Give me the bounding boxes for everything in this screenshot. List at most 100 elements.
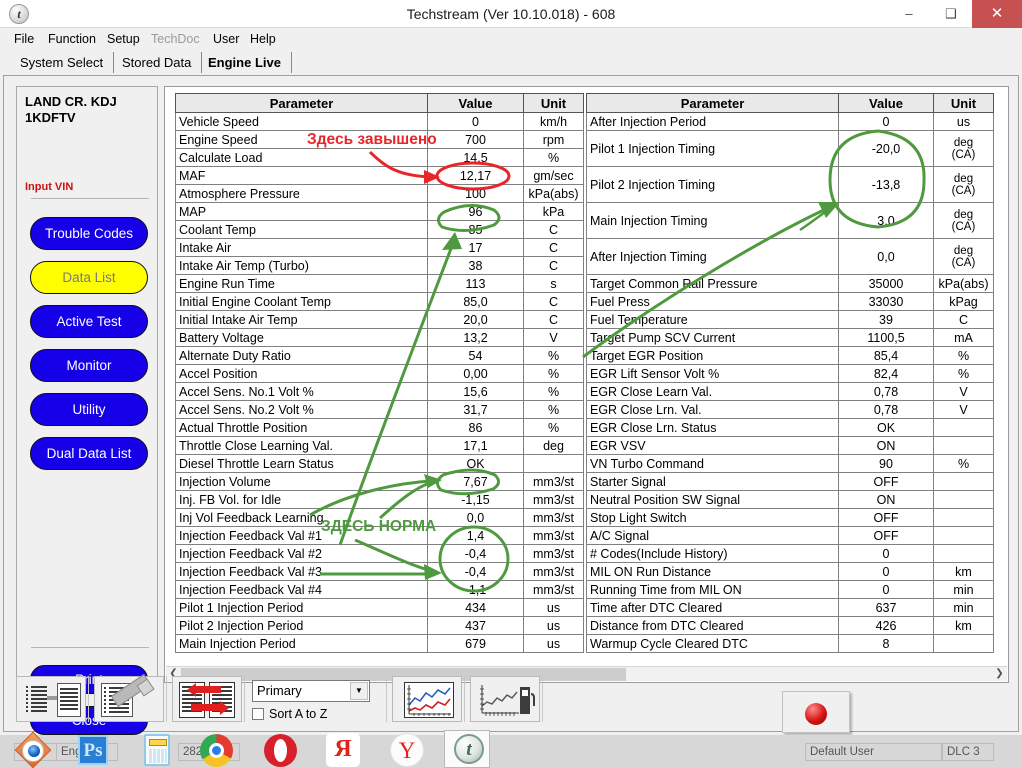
yandex-browser-icon[interactable]: Y (390, 733, 424, 767)
fuel-graph-button[interactable] (470, 676, 540, 722)
table-row[interactable]: Vehicle Speed 0 km/h (175, 112, 584, 131)
data-set-combo[interactable]: Primary ▼ (252, 680, 370, 702)
table-row[interactable]: Accel Sens. No.2 Volt % 31,7% (175, 400, 584, 419)
table-row[interactable]: Atmosphere Pressure 100 kPa(abs) (175, 184, 584, 203)
close-window-button[interactable]: ✕ (972, 0, 1022, 28)
menu-setup[interactable]: Setup (102, 31, 145, 48)
record-button[interactable] (782, 691, 850, 733)
opera-icon[interactable] (264, 734, 297, 767)
table-row[interactable]: Diesel Throttle Learn Status OK (175, 454, 584, 473)
techstream-taskbar-button[interactable]: t (444, 730, 490, 768)
table-row[interactable]: Injection Volume 7,67 mm3/st (175, 472, 584, 491)
table-row[interactable]: After Injection Period 0 us (586, 112, 994, 131)
chevron-down-icon[interactable]: ▼ (350, 682, 368, 700)
tab-engine-live[interactable]: Engine Live (198, 52, 292, 73)
cell-parameter: Time after DTC Cleared (586, 598, 839, 617)
header-parameter-right[interactable]: Parameter (586, 93, 839, 113)
header-parameter-left[interactable]: Parameter (175, 93, 428, 113)
menu-help[interactable]: Help (245, 31, 281, 48)
table-row[interactable]: Battery Voltage 13,2 V (175, 328, 584, 347)
table-row[interactable]: EGR Close Lrn. Val. 0,78 V (586, 400, 994, 419)
table-row[interactable]: Neutral Position SW Signal ON (586, 490, 994, 509)
toolbar-separator-1 (88, 676, 89, 722)
table-row[interactable]: MAF 12,17 gm/sec (175, 166, 584, 185)
cell-unit: % (933, 346, 994, 365)
tab-stored-data[interactable]: Stored Data (112, 52, 203, 73)
table-row[interactable]: Injection Feedback Val #3 -0,4 mm3/st (175, 562, 584, 581)
table-row[interactable]: EGR Lift Sensor Volt % 82,4% (586, 364, 994, 383)
table-row[interactable]: Stop Light Switch OFF (586, 508, 994, 527)
header-value-left[interactable]: Value (427, 93, 524, 113)
minimize-button[interactable]: – (888, 0, 930, 28)
sort-a-to-z-row[interactable]: Sort A to Z (252, 707, 327, 721)
table-row[interactable]: Distance from DTC Cleared 426 km (586, 616, 994, 635)
calculator-icon[interactable] (144, 734, 170, 766)
table-row[interactable]: Main Injection Timing 3,0 deg (CA) (586, 202, 994, 239)
table-row[interactable]: Pilot 1 Injection Period 434 us (175, 598, 584, 617)
table-row[interactable]: Pilot 1 Injection Timing -20,0 deg (CA) (586, 130, 994, 167)
table-row[interactable]: EGR Close Learn Val. 0,78 V (586, 382, 994, 401)
table-row[interactable]: Actual Throttle Position 86% (175, 418, 584, 437)
table-row[interactable]: Initial Engine Coolant Temp 85,0 C (175, 292, 584, 311)
menu-function[interactable]: Function (43, 31, 101, 48)
table-row[interactable]: Injection Feedback Val #4 -1,1 mm3/st (175, 580, 584, 599)
header-value-right[interactable]: Value (838, 93, 934, 113)
yandex-icon[interactable]: Я (326, 733, 360, 767)
sidebar-item-utility[interactable]: Utility (30, 393, 148, 426)
menu-user[interactable]: User (208, 31, 244, 48)
table-row[interactable]: # Codes(Include History) 0 (586, 544, 994, 563)
table-row[interactable]: Intake Air Temp (Turbo) 38 C (175, 256, 584, 275)
table-row[interactable]: A/C Signal OFF (586, 526, 994, 545)
tab-system-select[interactable]: System Select (10, 52, 115, 73)
table-row[interactable]: Injection Feedback Val #2 -0,4 mm3/st (175, 544, 584, 563)
table-row[interactable]: VN Turbo Command 90% (586, 454, 994, 473)
table-row[interactable]: After Injection Timing 0,0 deg (CA) (586, 238, 994, 275)
table-row[interactable]: EGR Close Lrn. Status OK (586, 418, 994, 437)
line-graph-button[interactable] (392, 676, 462, 722)
sidebar-item-active-test[interactable]: Active Test (30, 305, 148, 338)
header-unit-right[interactable]: Unit (933, 93, 994, 113)
table-row[interactable]: Running Time from MIL ON 0 min (586, 580, 994, 599)
table-row[interactable]: MIL ON Run Distance 0 km (586, 562, 994, 581)
table-row[interactable]: Fuel Temperature 39 C (586, 310, 994, 329)
sort-checkbox[interactable] (252, 708, 264, 720)
table-row[interactable]: MAP 96 kPa (175, 202, 584, 221)
sidebar-item-monitor[interactable]: Monitor (30, 349, 148, 382)
table-row[interactable]: Initial Intake Air Temp 20,0 C (175, 310, 584, 329)
table-row[interactable]: Alternate Duty Ratio 54% (175, 346, 584, 365)
calculator-screen-icon (149, 739, 167, 746)
select-items-button[interactable] (16, 676, 86, 722)
input-vin-label[interactable]: Input VIN (25, 181, 145, 193)
table-row[interactable]: Target Pump SCV Current 1100,5 mA (586, 328, 994, 347)
table-row[interactable]: Throttle Close Learning Val. 17,1 deg (175, 436, 584, 455)
table-row[interactable]: Pilot 2 Injection Period 437 us (175, 616, 584, 635)
table-row[interactable]: Pilot 2 Injection Timing -13,8 deg (CA) (586, 166, 994, 203)
table-row[interactable]: Inj. FB Vol. for Idle -1,15 mm3/st (175, 490, 584, 509)
table-row[interactable]: Accel Position 0,00% (175, 364, 584, 383)
sidebar-item-trouble-codes[interactable]: Trouble Codes (30, 217, 148, 250)
scroll-right-arrow-icon[interactable]: ❯ (992, 667, 1007, 682)
sidebar-item-data-list[interactable]: Data List (30, 261, 148, 294)
table-row[interactable]: Calculate Load 14,5% (175, 148, 584, 167)
menu-file[interactable]: File (9, 31, 39, 48)
table-row[interactable]: EGR VSV ON (586, 436, 994, 455)
sidebar-item-dual-data-list[interactable]: Dual Data List (30, 437, 148, 470)
table-row[interactable]: Accel Sens. No.1 Volt % 15,6% (175, 382, 584, 401)
table-row[interactable]: Time after DTC Cleared 637 min (586, 598, 994, 617)
chrome-icon[interactable] (200, 734, 233, 767)
cell-parameter: Vehicle Speed (175, 112, 428, 131)
table-row[interactable]: Main Injection Period 679 us (175, 634, 584, 653)
header-unit-left[interactable]: Unit (523, 93, 584, 113)
table-row[interactable]: Engine Run Time 113 s (175, 274, 584, 293)
table-row[interactable]: Warmup Cycle Cleared DTC 8 (586, 634, 994, 653)
save-snapshot-button[interactable] (94, 673, 164, 722)
table-row[interactable]: Starter Signal OFF (586, 472, 994, 491)
swap-columns-button[interactable] (172, 676, 242, 722)
table-row[interactable]: Fuel Press 33030 kPag (586, 292, 994, 311)
table-row[interactable]: Target EGR Position 85,4% (586, 346, 994, 365)
table-row[interactable]: Intake Air 17 C (175, 238, 584, 257)
photoshop-icon[interactable]: Ps (78, 735, 108, 765)
table-row[interactable]: Target Common Rail Pressure 35000 kPa(abs) (586, 274, 994, 293)
table-row[interactable]: Coolant Temp 85 C (175, 220, 584, 239)
maximize-button[interactable]: ❑ (930, 0, 972, 28)
